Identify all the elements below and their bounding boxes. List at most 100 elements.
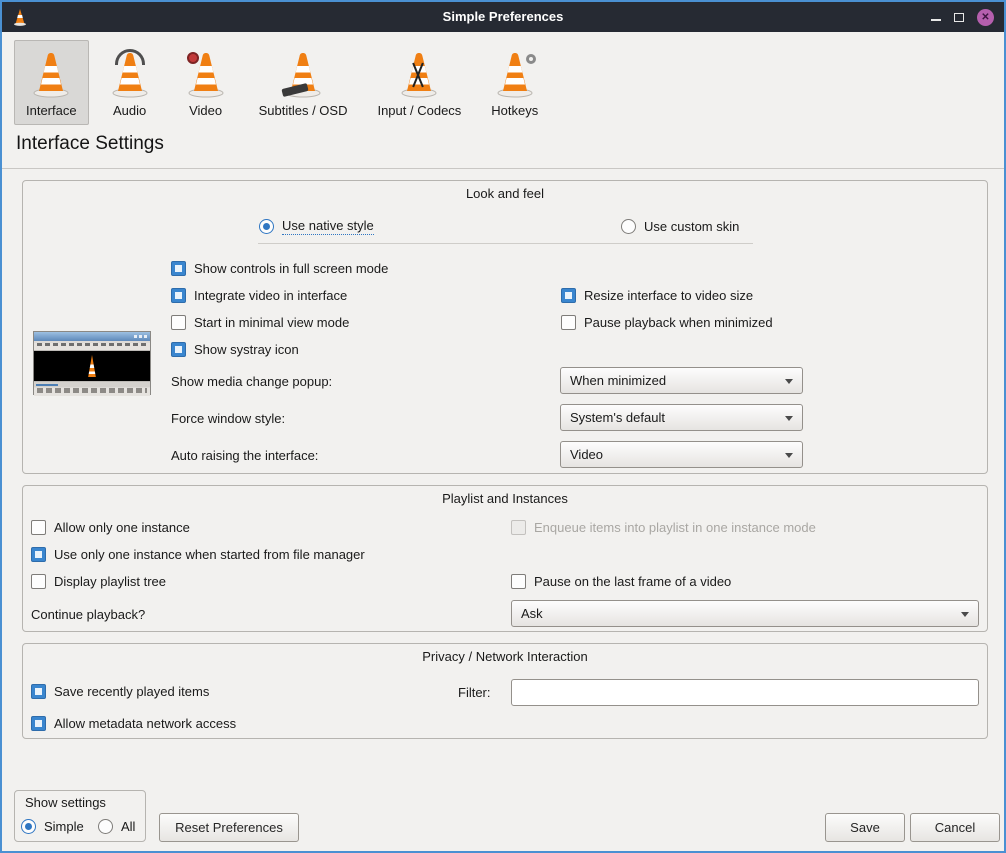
continue-playback-label: Continue playback?	[31, 601, 145, 627]
checkbox[interactable]	[171, 261, 186, 276]
filter-input[interactable]	[511, 679, 979, 706]
thumb-titlebar	[34, 332, 150, 341]
thumb-menubar	[34, 343, 150, 351]
radio-label: Use native style	[282, 218, 374, 235]
checkbox-display-playlist-tree[interactable]: Display playlist tree	[31, 568, 166, 594]
radio-use-custom-skin[interactable]: Use custom skin	[621, 213, 739, 239]
radio-label: Simple	[44, 819, 84, 834]
checkbox[interactable]	[171, 288, 186, 303]
radio-label: All	[121, 819, 135, 834]
checkbox-save-recent-items[interactable]: Save recently played items	[31, 678, 209, 704]
force-window-style-label: Force window style:	[171, 405, 285, 431]
checkbox[interactable]	[31, 520, 46, 535]
checkbox-label: Save recently played items	[54, 684, 209, 699]
thumb-seekbar	[34, 381, 150, 387]
button-label: Save	[850, 820, 880, 835]
checkbox-pause-last-frame[interactable]: Pause on the last frame of a video	[511, 568, 731, 594]
tab-label: Interface	[26, 103, 77, 118]
restore-button[interactable]	[954, 13, 964, 22]
radio-settings-all[interactable]: All	[98, 813, 135, 839]
look-and-feel-group: Look and feel Use native style Use custo…	[22, 180, 988, 474]
checkbox[interactable]	[561, 288, 576, 303]
window-title: Simple Preferences	[2, 2, 1004, 32]
media-change-popup-select[interactable]: When minimized	[560, 367, 803, 394]
selected-value: System's default	[570, 410, 665, 425]
checkbox[interactable]	[31, 547, 46, 562]
checkbox[interactable]	[31, 716, 46, 731]
film-cone-icon	[183, 48, 229, 98]
privacy-network-group: Privacy / Network Interaction Save recen…	[22, 643, 988, 739]
filter-label: Filter:	[458, 679, 491, 705]
save-button[interactable]: Save	[825, 813, 905, 842]
tab-label: Subtitles / OSD	[259, 103, 348, 118]
headphones-icon	[107, 48, 153, 98]
checkbox[interactable]	[511, 574, 526, 589]
checkbox-systray-icon[interactable]: Show systray icon	[171, 336, 299, 362]
tab-label: Input / Codecs	[377, 103, 461, 118]
checkbox[interactable]	[561, 315, 576, 330]
vlc-preview-thumbnail	[33, 331, 151, 395]
group-title: Playlist and Instances	[23, 491, 987, 506]
continue-playback-select[interactable]: Ask	[511, 600, 979, 627]
checkbox-label: Integrate video in interface	[194, 288, 347, 303]
checkbox-label: Allow only one instance	[54, 520, 190, 535]
checkbox-one-instance-file-manager[interactable]: Use only one instance when started from …	[31, 541, 365, 567]
radio-button[interactable]	[621, 219, 636, 234]
checkbox[interactable]	[171, 315, 186, 330]
close-button[interactable]: ✕	[977, 9, 994, 26]
checkbox-label: Show controls in full screen mode	[194, 261, 388, 276]
tab-hotkeys[interactable]: Hotkeys	[479, 40, 550, 125]
radio-label: Use custom skin	[644, 219, 739, 234]
checkbox-minimal-view[interactable]: Start in minimal view mode	[171, 309, 349, 335]
checkbox-metadata-network-access[interactable]: Allow metadata network access	[31, 710, 236, 736]
checkbox-pause-minimized[interactable]: Pause playback when minimized	[561, 309, 773, 335]
group-title: Look and feel	[23, 186, 987, 201]
checkbox-label: Show systray icon	[194, 342, 299, 357]
checkbox-show-fullscreen-controls[interactable]: Show controls in full screen mode	[171, 255, 388, 281]
vlc-cone-icon	[28, 48, 74, 98]
checkbox-enqueue-items-disabled: Enqueue items into playlist in one insta…	[511, 514, 816, 540]
radio-button[interactable]	[259, 219, 274, 234]
reset-preferences-button[interactable]: Reset Preferences	[159, 813, 299, 842]
keyboard-cone-icon	[280, 48, 326, 98]
checkbox-label: Enqueue items into playlist in one insta…	[534, 520, 816, 535]
radio-divider	[258, 243, 753, 244]
selected-value: When minimized	[570, 373, 666, 388]
button-label: Reset Preferences	[175, 820, 283, 835]
button-label: Cancel	[935, 820, 975, 835]
auto-raise-select[interactable]: Video	[560, 441, 803, 468]
group-title: Privacy / Network Interaction	[23, 649, 987, 664]
thumb-controls	[34, 388, 150, 396]
checkbox[interactable]	[31, 684, 46, 699]
thumb-video-area	[34, 351, 150, 381]
force-window-style-select[interactable]: System's default	[560, 404, 803, 431]
tab-video[interactable]: Video	[171, 40, 241, 125]
radio-settings-simple[interactable]: Simple	[21, 813, 84, 839]
checkbox-allow-one-instance[interactable]: Allow only one instance	[31, 514, 190, 540]
tab-audio[interactable]: Audio	[95, 40, 165, 125]
simple-preferences-window: { "window": { "title": "Simple Preferenc…	[0, 0, 1006, 853]
tab-label: Audio	[113, 103, 146, 118]
tab-interface[interactable]: Interface	[14, 40, 89, 125]
radio-use-native-style[interactable]: Use native style	[259, 213, 374, 239]
checkbox-label: Allow metadata network access	[54, 716, 236, 731]
page-title: Interface Settings	[16, 133, 164, 155]
preferences-category-toolbar: Interface Audio Video	[14, 40, 550, 125]
cancel-button[interactable]: Cancel	[910, 813, 1000, 842]
checkbox[interactable]	[31, 574, 46, 589]
titlebar: Simple Preferences ✕	[2, 2, 1004, 32]
heading-divider	[2, 168, 1004, 169]
tab-input-codecs[interactable]: Input / Codecs	[365, 40, 473, 125]
radio-button[interactable]	[21, 819, 36, 834]
media-change-popup-label: Show media change popup:	[171, 368, 332, 394]
checkbox-resize-interface[interactable]: Resize interface to video size	[561, 282, 753, 308]
checkbox[interactable]	[171, 342, 186, 357]
tab-subtitles-osd[interactable]: Subtitles / OSD	[247, 40, 360, 125]
radio-button[interactable]	[98, 819, 113, 834]
selected-value: Video	[570, 447, 603, 462]
key-cone-icon	[492, 48, 538, 98]
checkbox-integrate-video[interactable]: Integrate video in interface	[171, 282, 347, 308]
checkbox-label: Resize interface to video size	[584, 288, 753, 303]
minimize-button[interactable]	[931, 19, 941, 21]
selected-value: Ask	[521, 606, 543, 621]
